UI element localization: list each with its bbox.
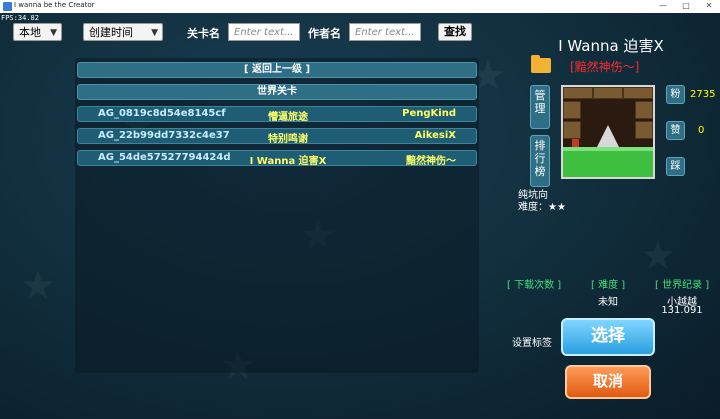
difficulty-stars: ★★ xyxy=(548,202,566,213)
fps-counter: FPS:34.82 xyxy=(1,14,39,22)
level-title: I Wanna 迫害X xyxy=(558,37,664,55)
background-star-icon: ★ xyxy=(20,263,56,309)
game-area: ★ ★ ★ ★ ★ ★ FPS:34.82 本地 ▼ 创建时间 ▼ 关卡名 作者… xyxy=(0,13,720,419)
sort-dropdown-value: 创建时间 xyxy=(89,26,133,39)
downloads-header: [ 下载次数 ] xyxy=(507,280,562,291)
level-row[interactable]: AG_22b99dd7332c4e37 特别鸣谢 AikesiX xyxy=(77,128,477,145)
cancel-button[interactable]: 取消 xyxy=(565,365,651,399)
level-list-panel: [ 返回上一级 ] 世界关卡 AG_0819c8d54e8145cf 懵逼旅途 … xyxy=(75,58,479,373)
level-author-name[interactable]: [黯然神伤～] xyxy=(570,58,639,75)
section-header: 世界关卡 xyxy=(77,84,477,100)
source-dropdown-value: 本地 xyxy=(19,26,41,39)
maximize-button[interactable]: □ xyxy=(675,0,697,12)
window-title: I wanna be the Creator xyxy=(14,1,95,9)
dislike-button[interactable]: 踩 xyxy=(666,157,685,176)
window-titlebar: I wanna be the Creator — □ ✕ xyxy=(0,0,720,14)
level-id: AG_22b99dd7332c4e37 xyxy=(98,130,230,141)
author-name-label: 作者名 xyxy=(308,27,341,40)
level-name: I Wanna 迫害X xyxy=(249,156,327,167)
fans-button[interactable]: 粉 xyxy=(666,85,685,104)
difficulty-rating: 难度：★★ xyxy=(518,198,566,213)
manage-button[interactable]: 管理 xyxy=(530,85,550,129)
like-button[interactable]: 赞 xyxy=(666,121,685,140)
author-name-input[interactable] xyxy=(349,23,421,41)
chevron-down-icon: ▼ xyxy=(50,28,57,38)
fans-count: 2735 xyxy=(690,89,716,100)
level-thumbnail xyxy=(561,85,655,179)
ranking-button[interactable]: 排行榜 xyxy=(530,135,550,187)
background-star-icon: ★ xyxy=(640,233,676,279)
search-button[interactable]: 查找 xyxy=(438,23,472,41)
back-button[interactable]: [ 返回上一级 ] xyxy=(77,62,477,78)
app-icon xyxy=(3,2,12,11)
difficulty-header: [ 难度 ] xyxy=(591,280,626,291)
folder-icon[interactable] xyxy=(531,55,551,73)
close-button[interactable]: ✕ xyxy=(698,0,720,12)
level-row[interactable]: AG_54de57527794424d I Wanna 迫害X 黯然神伤～ xyxy=(77,150,477,167)
level-name-input[interactable] xyxy=(228,23,300,41)
level-name: 懵逼旅途 xyxy=(268,112,308,123)
record-time: 131.091 xyxy=(661,305,703,316)
difficulty-value: 未知 xyxy=(598,297,618,308)
like-count: 0 xyxy=(698,125,705,136)
world-record-header: [ 世界纪录 ] xyxy=(655,280,710,291)
level-id: AG_0819c8d54e8145cf xyxy=(98,108,226,119)
level-author: PengKind xyxy=(402,108,456,119)
sort-dropdown[interactable]: 创建时间 ▼ xyxy=(83,23,163,41)
level-id: AG_54de57527794424d xyxy=(98,152,231,163)
level-name-label: 关卡名 xyxy=(187,27,220,40)
difficulty-label: 难度： xyxy=(518,202,548,213)
level-author: AikesiX xyxy=(414,130,456,141)
level-row[interactable]: AG_0819c8d54e8145cf 懵逼旅途 PengKind xyxy=(77,106,477,123)
chevron-down-icon: ▼ xyxy=(151,28,158,38)
level-author: 黯然神伤～ xyxy=(406,156,456,167)
set-tags-label[interactable]: 设置标签 xyxy=(512,334,552,349)
source-dropdown[interactable]: 本地 ▼ xyxy=(13,23,62,41)
level-name: 特别鸣谢 xyxy=(268,134,308,145)
select-button[interactable]: 选择 xyxy=(561,318,655,356)
minimize-button[interactable]: — xyxy=(652,0,674,12)
